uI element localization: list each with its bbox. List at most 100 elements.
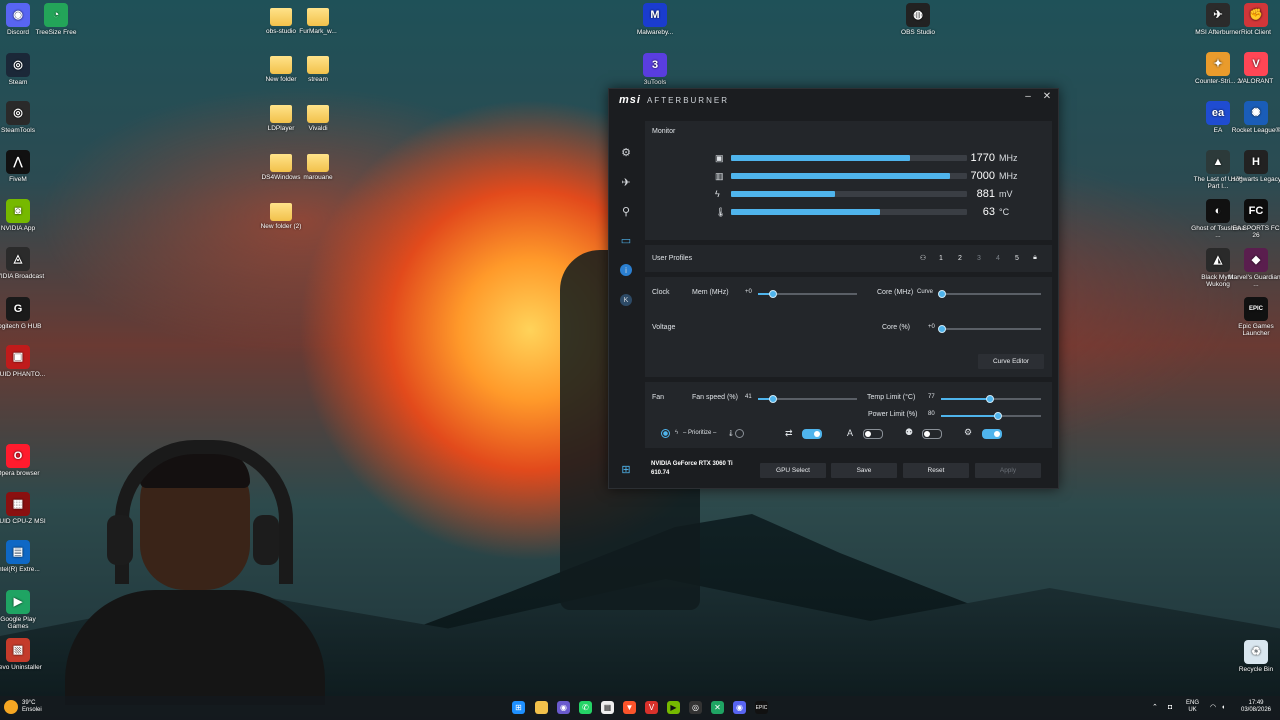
weather-widget[interactable]: 39°C Ensolei [22, 700, 42, 714]
core-voltage-slider[interactable] [938, 325, 1041, 333]
monitor-bar [731, 191, 967, 197]
profile-slot-3[interactable]: 3 [973, 255, 985, 262]
title-bar[interactable]: msi AFTERBURNER – ✕ [609, 89, 1058, 111]
desktop-icon-nvidia-app[interactable]: ◙ NVIDIA App [0, 199, 46, 232]
desktop-icon-logitech-g-hub[interactable]: G Logitech G HUB [0, 297, 46, 330]
play-icon[interactable]: ▶ [667, 701, 680, 714]
headphone-right-cup [253, 515, 279, 565]
desktop-icon-new-folder-2[interactable]: New folder (2) [253, 200, 309, 230]
desktop-icon-opera-browser[interactable]: O Opera browser [0, 444, 46, 477]
tray-app-icon[interactable]: ◘ [1168, 704, 1172, 711]
desktop-icon-epic-games-launcher[interactable]: EPIC Epic Games Launcher [1228, 297, 1280, 337]
prioritize-temp-radio[interactable] [735, 429, 744, 438]
desktop-icon-furmark-w[interactable]: FurMark_w... [290, 5, 346, 35]
desktop-icon-stream[interactable]: stream [290, 53, 346, 83]
oc-scanner-icon[interactable]: ✈ [618, 174, 634, 190]
desktop-icon-rocket-league[interactable]: ✺ Rocket League® [1228, 101, 1280, 134]
mem-clock-knob[interactable] [769, 290, 777, 298]
brave-icon[interactable]: ▼ [623, 701, 636, 714]
curve-editor-button[interactable]: Curve Editor [978, 354, 1044, 369]
desktop-icon-obs-studio[interactable]: ◍ OBS Studio [890, 3, 946, 36]
steam-taskbar-icon[interactable]: ◎ [689, 701, 702, 714]
core-clock-knob[interactable] [938, 290, 946, 298]
clock[interactable]: 17:49 03/08/2026 [1236, 700, 1276, 714]
settings-gear-icon[interactable]: ⚙ [618, 144, 634, 160]
user-profiles-panel: User Profiles ⚇ 12345 🔒︎ [645, 245, 1052, 272]
msi-afterburner-window[interactable]: msi AFTERBURNER – ✕ ⚙ ✈ ⚲ ▭ i K ⊞ Monito… [608, 88, 1059, 489]
gamepad-icon[interactable]: ◉ [557, 701, 570, 714]
start-icon[interactable]: ⊞ [512, 701, 525, 714]
desktop-icon-valorant[interactable]: V VALORANT [1228, 52, 1280, 85]
desktop-icon-cpuid-cpu-z-msi[interactable]: ▦ CPUID CPU-Z MSI [0, 492, 46, 525]
temp-limit-knob[interactable] [986, 395, 994, 403]
power-limit-knob[interactable] [994, 412, 1002, 420]
weather-sun-icon[interactable] [4, 700, 18, 714]
desktop-icon-ea-sports-fc-26[interactable]: FC EA SPORTS FC 26 [1228, 199, 1280, 239]
core-voltage-knob[interactable] [938, 325, 946, 333]
desktop-icon-nvidia-broadcast[interactable]: ◬ NVIDIA Broadcast [0, 247, 46, 280]
kombustor-icon[interactable]: K [618, 292, 634, 308]
file-explorer-icon[interactable] [535, 701, 548, 714]
voltage-title: Voltage [652, 324, 676, 331]
minimize-button[interactable]: – [1021, 91, 1035, 102]
desktop-icon-vivaldi[interactable]: Vivaldi [290, 102, 346, 132]
desktop-icon-marvel-s-guardians[interactable]: ◆ Marvel's Guardians ... [1228, 248, 1280, 288]
reset-button[interactable]: Reset [903, 463, 969, 478]
epic-taskbar-icon[interactable]: EPIC [755, 701, 768, 714]
desktop-icon-steamtools[interactable]: ◎ SteamTools [0, 101, 46, 134]
language-indicator[interactable]: ENG UK [1186, 700, 1199, 714]
desktop-icon-hogwarts-legacy[interactable]: H Hogwarts Legacy [1228, 150, 1280, 183]
temp-limit-slider[interactable] [941, 395, 1041, 403]
voltage-bolt-icon: ϟ [675, 430, 679, 436]
desktop-icon-revo-uninstaller[interactable]: ▧ Revo Uninstaller [0, 638, 46, 671]
msi-logo: msi [619, 94, 641, 106]
desktop-icon-label: Intel(R) Extre... [0, 566, 40, 573]
fan-speed-knob[interactable] [769, 395, 777, 403]
lock-icon[interactable]: 🔒︎ [1029, 254, 1041, 262]
desktop-icon-cpuid-phanto[interactable]: ▣ CPUID PHANTO... [0, 345, 46, 378]
search-oc-icon[interactable]: ⚲ [618, 203, 634, 219]
desktop-icon-steam[interactable]: ◎ Steam [0, 53, 46, 86]
xbox-icon[interactable]: ✕ [711, 701, 724, 714]
profile-slot-1[interactable]: 1 [935, 255, 947, 262]
epic-games-icon: EPIC [1244, 297, 1268, 321]
auto-fan-toggle[interactable] [863, 429, 883, 439]
profile-slot-4[interactable]: 4 [992, 255, 1004, 262]
windows-startup-icon[interactable]: ⊞ [618, 461, 634, 477]
whatsapp-icon[interactable]: ✆ [579, 701, 592, 714]
desktop-icon-riot-client[interactable]: ✊ Riot Client [1228, 3, 1280, 36]
monitor-display-icon[interactable]: ▭ [618, 232, 634, 248]
discord-taskbar-icon[interactable]: ◉ [733, 701, 746, 714]
tray-chevron-icon[interactable]: ⌃ [1152, 704, 1158, 711]
mem-clock-slider[interactable] [758, 290, 857, 298]
desktop-icon-malwareby[interactable]: M Malwareby... [627, 3, 683, 36]
wifi-icon[interactable]: ◠ [1210, 704, 1216, 711]
volume-icon[interactable]: ◖ [1221, 704, 1225, 711]
desktop-icon-fivem[interactable]: ⋀ FiveM [0, 150, 46, 183]
weather-temp: 39°C [22, 700, 36, 706]
desktop-icon-3utools[interactable]: 3 3uTools [627, 53, 683, 86]
close-button[interactable]: ✕ [1040, 91, 1054, 102]
desktop-icon-treesize-free[interactable]: ◔ TreeSize Free [28, 3, 84, 36]
apply-button[interactable]: Apply [975, 463, 1041, 478]
save-button[interactable]: Save [831, 463, 897, 478]
prioritize-voltage-radio[interactable] [661, 429, 670, 438]
info-icon[interactable]: i [618, 262, 634, 278]
auto-fan-icon: A [847, 428, 854, 438]
desktop-icon-google-play-games[interactable]: ▶ Google Play Games [0, 590, 46, 630]
core-clock-label: Core (MHz) [877, 289, 914, 296]
desktop-icon-marouane[interactable]: marouane [290, 151, 346, 181]
profile-slot-5[interactable]: 5 [1011, 255, 1023, 262]
desktop-icon-recycle-bin[interactable]: ♻ Recycle Bin [1228, 640, 1280, 673]
power-limit-slider[interactable] [941, 412, 1041, 420]
core-clock-slider[interactable] [938, 290, 1041, 298]
profile-slot-2[interactable]: 2 [954, 255, 966, 262]
sync-toggle[interactable] [802, 429, 822, 439]
fan-curve-toggle[interactable] [982, 429, 1002, 439]
gpu-select-button[interactable]: GPU Select [760, 463, 826, 478]
user-define-toggle[interactable] [922, 429, 942, 439]
desktop-icon-intel-r-extre[interactable]: ▤ Intel(R) Extre... [0, 540, 46, 573]
store-icon[interactable]: ▦ [601, 701, 614, 714]
vivaldi-icon[interactable]: V [645, 701, 658, 714]
fan-speed-slider[interactable] [758, 395, 857, 403]
